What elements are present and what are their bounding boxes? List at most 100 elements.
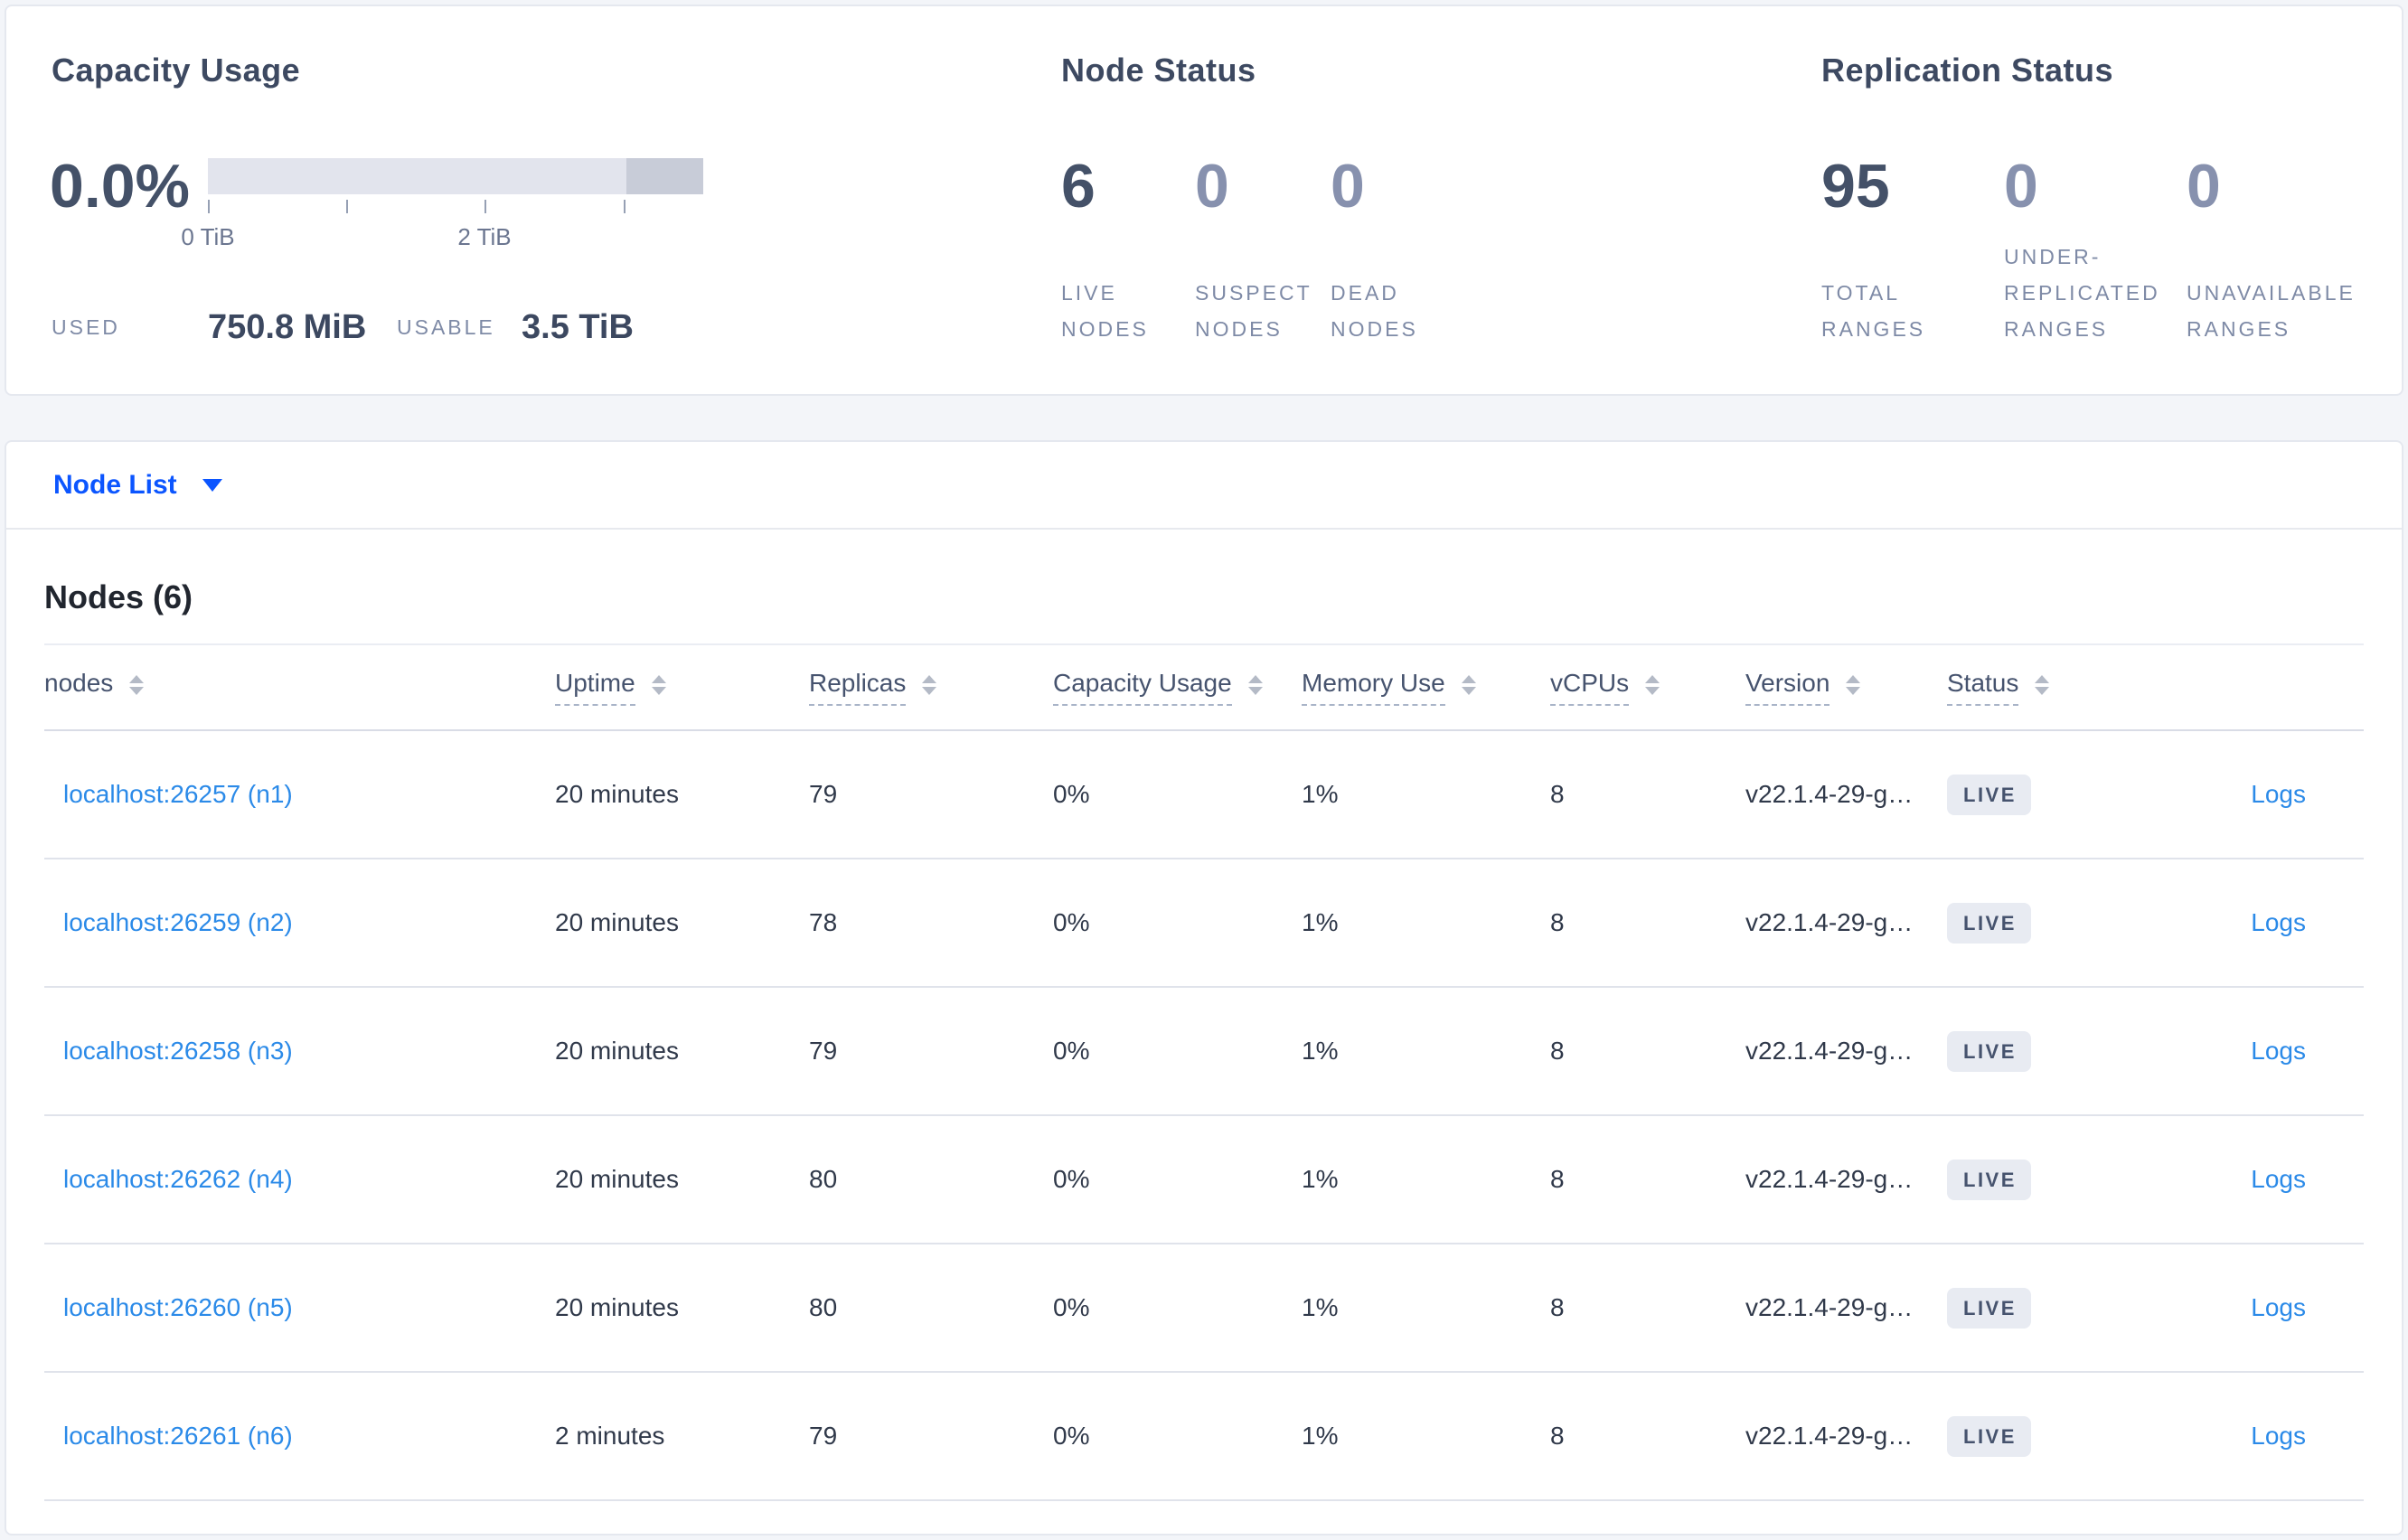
replicas-cell: 80 [809,1293,838,1321]
node-status-title: Node Status [1061,52,1256,89]
memory-use-cell: 1% [1302,1165,1339,1193]
table-body: localhost:26257 (n1) 20 minutes 79 0% 1%… [44,731,2364,1501]
sort-icon[interactable] [1645,674,1660,695]
uptime-cell: 2 minutes [555,1422,665,1450]
logs-link[interactable]: Logs [2251,1165,2306,1193]
version-cell: v22.1.4-29-g… [1745,780,1914,808]
axis-tick-label: 0 TiB [181,223,235,250]
table-row: localhost:26260 (n5) 20 minutes 80 0% 1%… [44,1244,2364,1373]
version-cell: v22.1.4-29-g… [1745,908,1914,936]
replicas-cell: 79 [809,1037,838,1065]
sort-icon[interactable] [1461,674,1476,695]
logs-link[interactable]: Logs [2251,1422,2306,1450]
column-header-logs[interactable] [2169,683,2364,691]
capacity-percent-value: 0.0% [50,152,190,221]
capacity-usage-cell: 0% [1053,1422,1090,1450]
sort-icon[interactable] [2035,674,2050,695]
column-header-label: Memory Use [1302,669,1445,706]
sort-asc-icon [922,674,937,683]
capacity-usage-cell: 0% [1053,1293,1090,1321]
column-header-uptime[interactable]: Uptime [555,669,809,706]
sort-desc-icon [651,686,666,695]
live-nodes-value: 6 [1061,152,1096,221]
node-list-bar: Node List [6,442,2402,530]
node-cell: localhost:26260 (n5) [44,1293,555,1322]
dead-nodes-label: DEAD NODES [1331,281,1418,341]
replicas-cell: 80 [809,1165,838,1193]
version-cell: v22.1.4-29-g… [1745,1422,1914,1450]
suspect-nodes-label: SUSPECT NODES [1195,281,1312,341]
uptime-cell: 20 minutes [555,1165,679,1193]
axis-tick [484,200,486,213]
node-link[interactable]: localhost:26260 (n5) [63,1293,293,1321]
nodes-heading: Nodes (6) [44,578,193,615]
live-nodes-label: LIVE NODES [1061,281,1149,341]
sort-desc-icon [1846,686,1861,695]
column-header-label: Uptime [555,669,635,706]
node-link[interactable]: localhost:26262 (n4) [63,1165,293,1193]
capacity-usage-cell: 0% [1053,780,1090,808]
sort-desc-icon [2035,686,2050,695]
table-row: localhost:26262 (n4) 20 minutes 80 0% 1%… [44,1116,2364,1244]
column-header-nodes[interactable]: nodes [44,669,555,706]
node-list-dropdown[interactable]: Node List [53,470,222,501]
node-list-dropdown-label: Node List [53,469,177,500]
replicas-cell: 78 [809,908,838,936]
column-header-capacity-usage[interactable]: Capacity Usage [1053,669,1302,706]
node-cell: localhost:26262 (n4) [44,1165,555,1194]
memory-use-cell: 1% [1302,1293,1339,1321]
version-cell: v22.1.4-29-g… [1745,1165,1914,1193]
logs-cell: Logs [2169,1165,2364,1194]
sort-icon[interactable] [651,674,666,695]
sort-icon[interactable] [922,674,937,695]
sort-asc-icon [651,674,666,683]
replicas-cell: 79 [809,780,838,808]
status-badge: LIVE [1947,1287,2031,1329]
node-link[interactable]: localhost:26258 (n3) [63,1037,293,1065]
node-cell: localhost:26257 (n1) [44,780,555,809]
under-replicated-ranges-label: UNDER- REPLICATED RANGES [2004,245,2160,341]
node-link[interactable]: localhost:26257 (n1) [63,780,293,808]
node-list-card: Node List Nodes (6) nodes Uptime Replica… [5,440,2403,1535]
memory-use-cell: 1% [1302,780,1339,808]
vcpus-cell: 8 [1550,1293,1565,1321]
column-header-memory-use[interactable]: Memory Use [1302,669,1550,706]
column-header-label: Capacity Usage [1053,669,1232,706]
status-cell: LIVE [1947,1030,2169,1072]
node-cell: localhost:26259 (n2) [44,908,555,937]
axis-tick [624,200,626,213]
sort-asc-icon [2035,674,2050,683]
column-header-label: nodes [44,669,114,697]
status-badge: LIVE [1947,1159,2031,1200]
column-header-version[interactable]: Version [1745,669,1947,706]
vcpus-cell: 8 [1550,780,1565,808]
node-cell: localhost:26258 (n3) [44,1037,555,1066]
column-header-vcpus[interactable]: vCPUs [1550,669,1745,706]
sort-icon[interactable] [1247,674,1263,695]
capacity-usage-cell: 0% [1053,908,1090,936]
unavailable-ranges-value: 0 [2187,152,2221,221]
axis-tick-label: 2 TiB [457,223,512,250]
logs-link[interactable]: Logs [2251,780,2306,808]
column-header-replicas[interactable]: Replicas [809,669,1053,706]
total-ranges-label: TOTAL RANGES [1821,281,1926,341]
axis-tick [346,200,348,213]
sort-icon[interactable] [129,674,145,695]
logs-cell: Logs [2169,780,2364,809]
under-replicated-ranges-value: 0 [2004,152,2038,221]
node-link[interactable]: localhost:26261 (n6) [63,1422,293,1450]
node-cell: localhost:26261 (n6) [44,1422,555,1451]
unavailable-ranges-label: UNAVAILABLE RANGES [2187,281,2356,341]
node-link[interactable]: localhost:26259 (n2) [63,908,293,936]
uptime-cell: 20 minutes [555,780,679,808]
sort-icon[interactable] [1846,674,1861,695]
sort-asc-icon [1461,674,1476,683]
logs-link[interactable]: Logs [2251,908,2306,936]
logs-link[interactable]: Logs [2251,1037,2306,1065]
logs-link[interactable]: Logs [2251,1293,2306,1321]
capacity-usable-segment [626,158,703,194]
column-header-label: Version [1745,669,1830,706]
capacity-usage-bar [208,158,703,194]
column-header-status[interactable]: Status [1947,669,2169,706]
logs-cell: Logs [2169,1422,2364,1451]
